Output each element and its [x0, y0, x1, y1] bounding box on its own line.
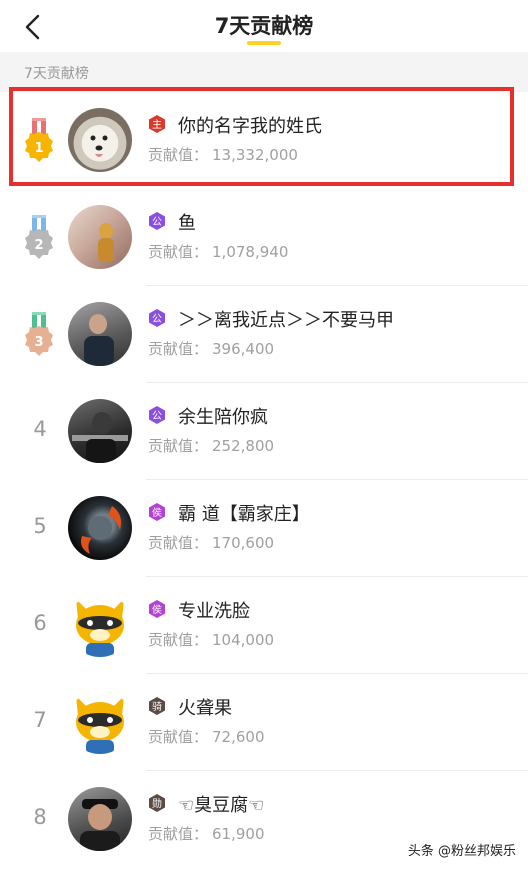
badge-gong-icon: 公	[149, 406, 165, 424]
list-item[interactable]: 5 侯 霸 道【霸家庄】 贡献值： 170,600	[0, 480, 528, 577]
list-item[interactable]: 7 骑 火聋果 贡献值： 72,600	[0, 674, 528, 771]
user-name[interactable]: ＞＞离我近点＞＞不要马甲	[178, 306, 394, 332]
svg-text:1: 1	[34, 141, 43, 156]
bronze-medal-icon: 3	[25, 312, 53, 356]
contribution-value: 贡献值： 252,800	[148, 437, 275, 455]
list-item[interactable]: 1 主 你的名字我的姓氏 贡献值： 13,332,000	[0, 92, 528, 189]
raccoon-mascot-icon	[76, 599, 124, 657]
user-name[interactable]: 你的名字我的姓氏	[178, 112, 322, 138]
svg-text:勋: 勋	[152, 797, 162, 810]
avatar[interactable]	[68, 302, 132, 366]
badge-gong-icon: 公	[149, 309, 165, 327]
contribution-value: 贡献值： 61,900	[148, 825, 265, 843]
badge-hou-icon: 侯	[149, 600, 165, 618]
svg-text:骑: 骑	[152, 700, 162, 713]
header: 7天贡献榜	[0, 0, 528, 52]
gold-medal-icon: 1	[25, 118, 53, 162]
avatar[interactable]	[68, 205, 132, 269]
contribution-value: 贡献值： 170,600	[148, 534, 275, 552]
contribution-value: 贡献值： 1,078,940	[148, 243, 289, 261]
page-title: 7天贡献榜	[214, 14, 314, 38]
avatar[interactable]	[68, 690, 132, 754]
rank-number: 6	[33, 611, 47, 635]
rank-number: 5	[33, 514, 47, 538]
contribution-value: 贡献值： 72,600	[148, 728, 265, 746]
contribution-value: 贡献值： 13,332,000	[148, 146, 298, 164]
user-name[interactable]: 专业洗脸	[178, 597, 250, 623]
badge-gong-icon: 公	[149, 212, 165, 230]
badge-qi-icon: 骑	[149, 697, 165, 715]
svg-text:3: 3	[34, 335, 43, 350]
badge-hou-icon: 侯	[149, 503, 165, 521]
svg-text:公: 公	[152, 217, 162, 228]
title-underline	[247, 41, 281, 45]
svg-text:2: 2	[34, 238, 43, 253]
svg-text:侯: 侯	[152, 603, 162, 616]
rank-number: 7	[33, 708, 47, 732]
raccoon-mascot-icon	[76, 696, 124, 754]
badge-zhu-icon: 主	[149, 115, 165, 133]
user-name[interactable]: ☜臭豆腐☜	[178, 791, 264, 817]
badge-xun-icon: 勋	[149, 794, 165, 812]
avatar[interactable]	[68, 787, 132, 851]
avatar[interactable]	[68, 496, 132, 560]
section-label: 7天贡献榜	[0, 52, 528, 92]
avatar[interactable]	[68, 108, 132, 172]
watermark: 头条 @粉丝邦娱乐	[407, 844, 516, 859]
svg-text:主: 主	[152, 119, 162, 131]
svg-text:公: 公	[152, 314, 162, 325]
silver-medal-icon: 2	[25, 215, 53, 259]
contribution-value: 贡献值： 396,400	[148, 340, 275, 358]
avatar[interactable]	[68, 399, 132, 463]
rank-number: 4	[33, 417, 47, 441]
list-item[interactable]: 6 侯 专业洗脸 贡献值： 104,000	[0, 577, 528, 674]
user-name[interactable]: 鱼	[178, 209, 196, 235]
list-item[interactable]: 4 公 余生陪你疯 贡献值： 252,800	[0, 383, 528, 480]
list-item[interactable]: 2 公 鱼 贡献值： 1,078,940	[0, 189, 528, 286]
contribution-value: 贡献值： 104,000	[148, 631, 275, 649]
svg-text:公: 公	[152, 411, 162, 422]
user-name[interactable]: 霸 道【霸家庄】	[178, 500, 310, 526]
svg-text:侯: 侯	[152, 506, 162, 519]
rank-number: 8	[33, 805, 47, 829]
user-name[interactable]: 余生陪你疯	[178, 403, 268, 429]
avatar[interactable]	[68, 593, 132, 657]
user-name[interactable]: 火聋果	[178, 694, 232, 720]
list-item[interactable]: 3 公 ＞＞离我近点＞＞不要马甲 贡献值： 396,400	[0, 286, 528, 383]
